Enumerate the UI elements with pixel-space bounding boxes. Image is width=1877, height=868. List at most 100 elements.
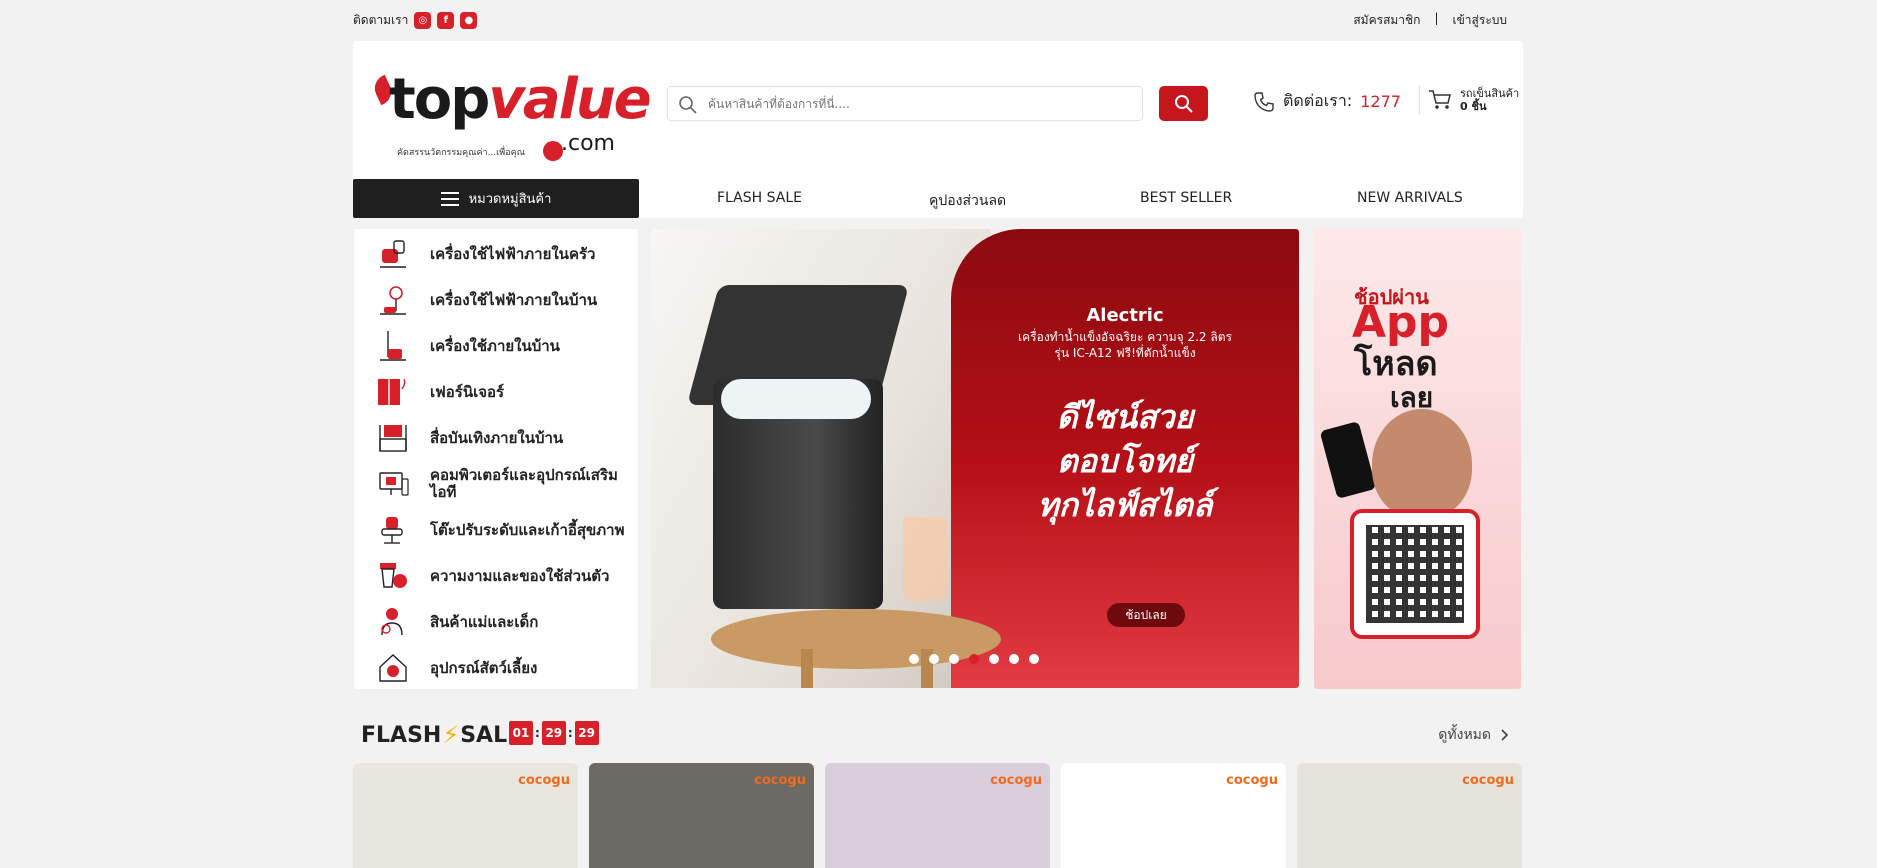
furniture-icon [378,378,406,405]
table-leg [801,649,813,688]
qr-code-pattern [1366,525,1464,623]
qr-code[interactable] [1350,509,1480,639]
carousel-dot[interactable] [1009,654,1019,664]
category-label: อุปกรณ์สัตว์เลี้ยง [430,658,538,677]
cart-icon [1429,90,1451,109]
flash-title-left: FLASH [361,722,442,748]
kitchen-appliance-icon [380,240,406,268]
pet-icon [379,654,407,682]
cart[interactable]: รถเข็นสินค้า 0 ชิ้น [1419,85,1519,115]
app-download-banner[interactable]: ช้อปผ่าน App โหลด เลย [1314,229,1521,689]
chevron-right-icon [1501,729,1509,741]
category-item-furniture[interactable]: เฟอร์นิเจอร์ [354,369,638,415]
desk-chair-icon [381,517,403,544]
view-all-label: ดูทั้งหมด [1438,727,1491,743]
banner-description: เครื่องทำน้ำแข็งอัจฉริยะ ความจุ 2.2 ลิตร… [951,329,1299,361]
instagram-icon[interactable]: ◎ [414,12,432,29]
search-box [667,86,1143,121]
register-link[interactable]: สมัครสมาชิก [1353,11,1420,30]
product-card[interactable]: cocogu [825,763,1050,868]
carousel-dot[interactable] [989,654,999,664]
product-brand: cocogu [754,773,806,788]
line-icon[interactable]: ● [460,12,478,29]
category-label: สื่อบันเทิงภายในบ้าน [430,428,564,447]
app-banner-line3: โหลด เลย [1354,347,1438,415]
home-appliance-icon [380,286,406,315]
timer-minutes: 29 [541,721,566,745]
app-banner-line3a: โหลด [1354,344,1438,384]
cart-label: รถเข็นสินค้า [1460,87,1520,100]
menu-icon [440,191,459,206]
nav-coupons[interactable]: คูปองส่วนลด [929,190,1006,212]
banner-head-line1: ดีไซน์สวย [1056,398,1194,436]
search-icon [678,95,698,119]
flash-sale-title: FLASH ⚡ SALE [361,721,522,749]
countdown-timer: 01 : 29 : 29 [509,721,599,745]
mascot-image [1372,409,1472,519]
banner-head-line3: ทุกไลฟ์สไตล์ [1037,486,1213,524]
ice-image [721,379,871,419]
flash-sale-header: FLASH ⚡ SALE 01 : 29 : 29 ดูทั้งหมด [353,718,1523,752]
separator: | [1434,11,1439,25]
main-nav: หมวดหมู่สินค้า FLASH SALE คูปองส่วนลด BE… [353,179,1523,218]
carousel-dot[interactable] [929,654,939,664]
category-item-kitchen[interactable]: เครื่องใช้ไฟฟ้าภายในครัว [354,231,638,277]
category-item-desk-chair[interactable]: โต๊ะปรับระดับและเก้าอี้สุขภาพ [354,507,638,553]
phone-image [1319,421,1377,499]
category-label: ความงามและของใช้ส่วนตัว [430,566,610,585]
category-label: สินค้าแม่และเด็ก [430,612,539,631]
product-card[interactable]: cocogu [589,763,814,868]
search-button[interactable] [1159,86,1208,121]
app-banner-line2: App [1352,297,1450,348]
nav-new-arrivals[interactable]: NEW ARRIVALS [1357,190,1463,206]
product-brand: cocogu [1462,773,1514,788]
product-card[interactable]: cocogu [1297,763,1522,868]
category-item-household[interactable]: เครื่องใช้ภายในบ้าน [354,323,638,369]
category-item-home-appliance[interactable]: เครื่องใช้ไฟฟ้าภายในบ้าน [354,277,638,323]
product-card[interactable]: cocogu [1061,763,1286,868]
tv-icon [379,425,407,452]
beauty-icon [380,563,407,588]
logo-mouse-icon [543,141,563,161]
category-label: คอมพิวเตอร์และอุปกรณ์เสริมไอที [430,466,618,501]
carousel-dot[interactable] [909,654,919,664]
site-header: topvalue .com คัดสรรนวัตกรรมคุณค่า...เพื… [353,41,1523,218]
categories-button[interactable]: หมวดหมู่สินค้า [353,179,639,218]
category-item-mother-baby[interactable]: สินค้าแม่และเด็ก [354,599,638,645]
shop-now-button[interactable]: ช้อปเลย [1107,603,1185,627]
computer-icon [379,472,409,496]
facebook-icon[interactable]: f [437,12,455,29]
drink-glass-image [903,517,947,601]
contact-info[interactable]: ติดต่อเรา: 1277 [1253,89,1401,114]
product-brand: cocogu [1226,773,1278,788]
nav-best-seller[interactable]: BEST SELLER [1140,190,1232,206]
site-logo[interactable]: topvalue .com คัดสรรนวัตกรรมคุณค่า...เพื… [370,63,652,181]
contact-number: 1277 [1360,92,1401,111]
product-brand: cocogu [518,773,570,788]
banner-desc-line2: รุ่น IC-A12 ฟรี!ที่ตักน้ำแข็ง [1054,346,1196,360]
nav-flash-sale[interactable]: FLASH SALE [717,190,802,206]
mother-baby-icon [381,608,403,636]
category-item-entertainment[interactable]: สื่อบันเทิงภายในบ้าน [354,415,638,461]
view-all-link[interactable]: ดูทั้งหมด [1438,724,1509,746]
carousel-dots [909,654,1039,664]
category-item-pet[interactable]: อุปกรณ์สัตว์เลี้ยง [354,645,638,691]
contact-label: ติดต่อเรา: [1283,91,1353,110]
lightning-icon: ⚡ [442,721,460,749]
product-card[interactable]: cocogu [353,763,578,868]
timer-separator: : [535,726,540,740]
banner-head-line2: ตอบโจทย์ [1056,442,1194,480]
flash-sale-products: cocogu cocogu cocogu cocogu cocogu [353,763,1523,868]
category-item-computer[interactable]: คอมพิวเตอร์และอุปกรณ์เสริมไอที [354,461,638,507]
product-brand: cocogu [990,773,1042,788]
category-sidebar: เครื่องใช้ไฟฟ้าภายในครัว เครื่องใช้ไฟฟ้า… [354,229,638,689]
login-link[interactable]: เข้าสู่ระบบ [1453,11,1508,30]
household-icon [380,331,406,361]
search-input[interactable] [708,87,1138,120]
category-item-beauty[interactable]: ความงามและของใช้ส่วนตัว [354,553,638,599]
carousel-dot[interactable] [1029,654,1039,664]
hero-banner[interactable]: Alectric เครื่องทำน้ำแข็งอัจฉริยะ ความจุ… [651,229,1299,688]
logo-wordmark: topvalue [389,67,652,132]
carousel-dot-active[interactable] [969,654,979,664]
carousel-dot[interactable] [949,654,959,664]
